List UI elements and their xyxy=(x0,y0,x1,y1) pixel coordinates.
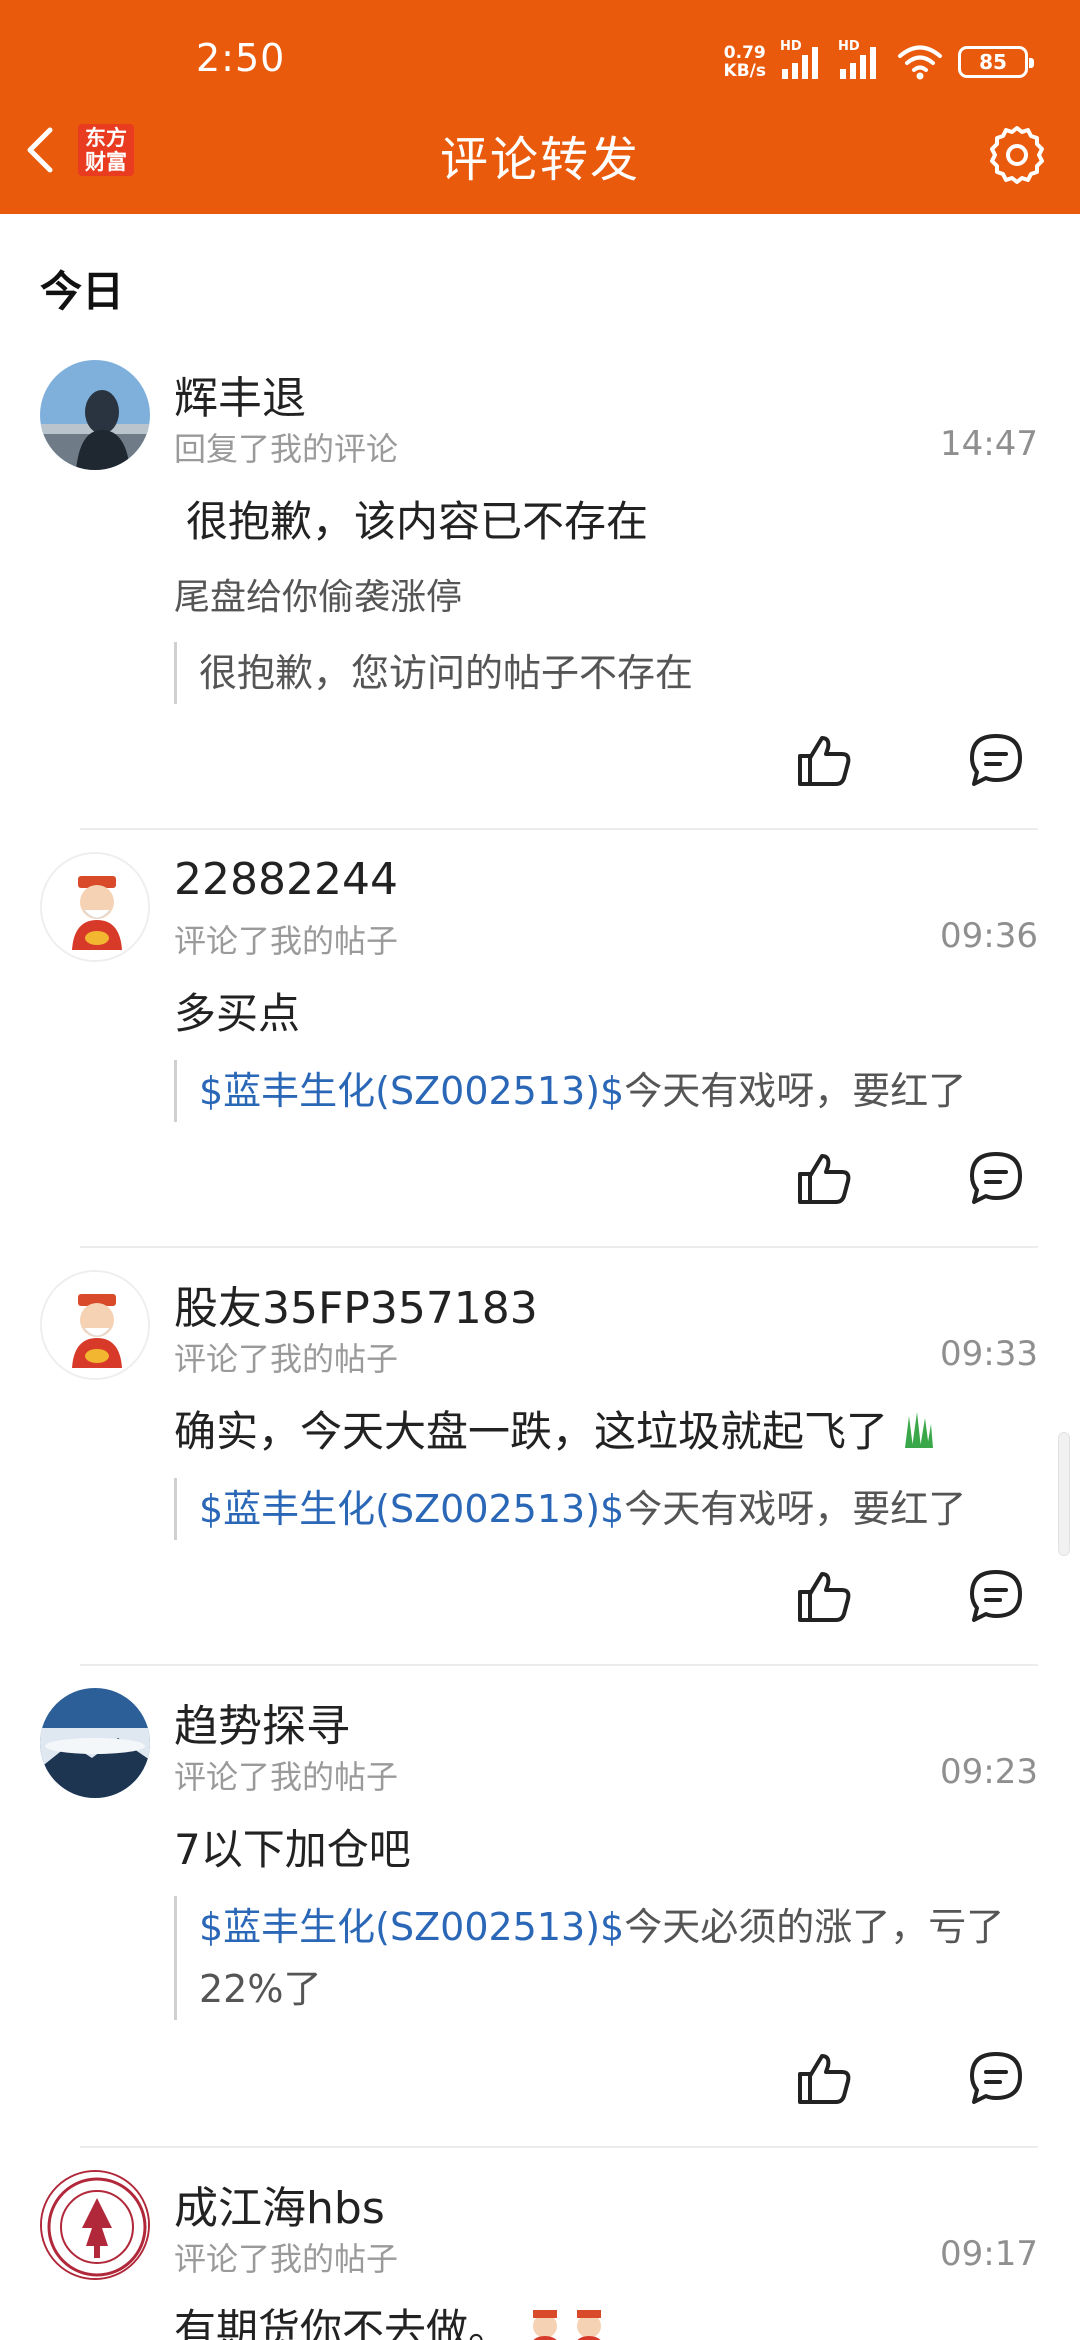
stock-link[interactable]: $蓝丰生化(SZ002513)$ xyxy=(199,1905,624,1949)
quoted-post[interactable]: 很抱歉，您访问的帖子不存在 xyxy=(174,642,1014,704)
section-today: 今日 xyxy=(40,267,125,316)
thumbs-up-icon[interactable] xyxy=(794,1566,854,1626)
quote-text: 很抱歉，您访问的帖子不存在 xyxy=(199,651,694,695)
comment-icon[interactable] xyxy=(966,1148,1026,1208)
avatar[interactable] xyxy=(40,1688,150,1798)
timestamp: 14:47 xyxy=(940,424,1038,464)
comment-text: 确实，今天大盘一跌，这垃圾就起飞了 xyxy=(174,1398,935,1459)
stock-link[interactable]: $蓝丰生化(SZ002513)$ xyxy=(199,1069,624,1113)
thumbs-up-icon[interactable] xyxy=(794,2048,854,2108)
comment-text: 多买点 xyxy=(174,989,301,1038)
action-text: 回复了我的评论 xyxy=(174,430,399,468)
divider xyxy=(80,2146,1038,2148)
stock-link[interactable]: $蓝丰生化(SZ002513)$ xyxy=(199,1487,624,1531)
timestamp: 09:36 xyxy=(940,916,1038,956)
comment-text: 尾盘给你偷袭涨停 xyxy=(174,577,463,618)
avatar[interactable] xyxy=(40,1270,150,1380)
divider xyxy=(80,828,1038,830)
comment-text: 7以下加仓吧 xyxy=(174,1825,411,1874)
signal-icon: HD xyxy=(780,39,824,81)
net-speed: 0.79 KB/s xyxy=(723,43,766,81)
thumbs-up-icon[interactable] xyxy=(794,730,854,790)
grass-emoji-icon xyxy=(905,1412,934,1448)
quoted-post[interactable]: $蓝丰生化(SZ002513)$今天有戏呀，要红了 xyxy=(174,1060,1014,1122)
avatar[interactable] xyxy=(40,360,150,470)
quoted-post[interactable]: $蓝丰生化(SZ002513)$今天有戏呀，要红了 xyxy=(174,1478,1014,1540)
comment-text: 有期货你不去做。 xyxy=(174,2296,613,2340)
deleted-notice: 很抱歉，该内容已不存在 xyxy=(186,497,649,546)
timestamp: 09:33 xyxy=(940,1334,1038,1374)
comment-icon[interactable] xyxy=(966,1566,1026,1626)
username[interactable]: 股友35FP357183 xyxy=(174,1272,538,1336)
status-time: 2:50 xyxy=(196,36,286,80)
app-header: 2:50 0.79 KB/s HD HD 85 东方 财富 评论转发 xyxy=(0,0,1080,214)
wifi-icon xyxy=(898,45,942,80)
action-text: 评论了我的帖子 xyxy=(174,2240,399,2278)
action-text: 评论了我的帖子 xyxy=(174,1340,399,1378)
page-title: 评论转发 xyxy=(439,132,640,188)
comment-icon[interactable] xyxy=(966,2048,1026,2108)
action-text: 评论了我的帖子 xyxy=(174,922,399,960)
battery-icon: 85 xyxy=(958,46,1034,78)
thumbs-up-icon[interactable] xyxy=(794,1148,854,1208)
username[interactable]: 辉丰退 xyxy=(174,362,306,426)
avatar[interactable] xyxy=(40,2170,150,2280)
signal-icon: HD xyxy=(838,39,882,81)
scrollbar[interactable] xyxy=(1058,1432,1070,1556)
quoted-post[interactable]: $蓝丰生化(SZ002513)$今天必须的涨了，亏了22%了 xyxy=(174,1896,1014,2020)
username[interactable]: 22882244 xyxy=(174,854,398,905)
username[interactable]: 趋势探寻 xyxy=(174,1690,350,1754)
divider xyxy=(80,1246,1038,1248)
comment-icon[interactable] xyxy=(966,730,1026,790)
status-icons: 0.79 KB/s HD HD 85 xyxy=(723,39,1034,84)
quote-text: 今天有戏呀，要红了 xyxy=(624,1069,967,1113)
action-text: 评论了我的帖子 xyxy=(174,1758,399,1796)
avatar[interactable] xyxy=(40,852,150,962)
timestamp: 09:23 xyxy=(940,1752,1038,1792)
timestamp: 09:17 xyxy=(940,2234,1038,2274)
divider xyxy=(80,1664,1038,1666)
quote-text: 今天有戏呀，要红了 xyxy=(624,1487,967,1531)
fortune-emoji-icon xyxy=(533,2310,602,2340)
gear-icon[interactable] xyxy=(984,122,1050,188)
username[interactable]: 成江海hbs xyxy=(174,2172,385,2236)
